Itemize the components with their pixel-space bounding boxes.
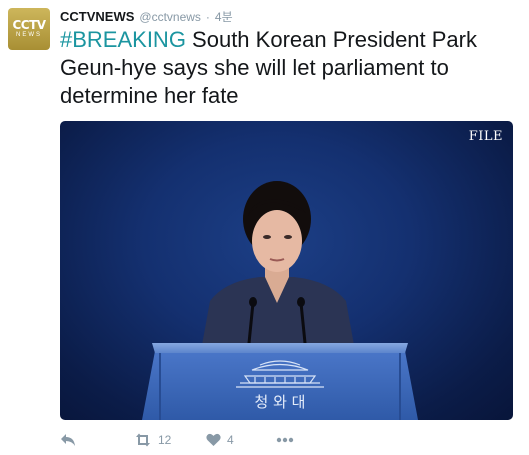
timestamp[interactable]: 4분	[215, 8, 233, 25]
tweet-text: #BREAKING South Korean President Park Ge…	[60, 26, 520, 110]
tweet-actions: 12 4	[60, 430, 360, 450]
heart-icon	[206, 433, 221, 447]
retweet-button[interactable]: 12	[134, 433, 171, 447]
podium-caption: 청 와 대	[255, 393, 306, 411]
avatar-logo-sub: NEWS	[16, 32, 42, 38]
tweet-header: CCTVNEWS @cctvnews · 4분	[60, 8, 233, 26]
file-label: FILE	[468, 129, 503, 144]
like-button[interactable]: 4	[206, 433, 234, 447]
reply-button[interactable]	[60, 433, 76, 447]
display-name[interactable]: CCTVNEWS	[60, 9, 134, 24]
separator: ·	[205, 10, 210, 24]
hashtag-link[interactable]: #BREAKING	[60, 27, 186, 52]
avatar[interactable]: CCTV NEWS	[8, 8, 50, 50]
tweet-photo[interactable]: 청 와 대 FILE	[60, 121, 513, 420]
avatar-logo: CCTV	[12, 18, 46, 32]
like-count: 4	[227, 433, 234, 447]
retweet-count: 12	[158, 433, 172, 447]
tweet: CCTV NEWS CCTVNEWS @cctvnews · 4분 #BREAK…	[0, 0, 529, 455]
press-conference-photo: 청 와 대	[142, 181, 418, 420]
more-button[interactable]	[276, 437, 294, 443]
reply-icon	[60, 433, 76, 447]
more-dots-icon	[276, 437, 294, 443]
retweet-icon	[134, 433, 152, 447]
handle[interactable]: @cctvnews	[139, 10, 201, 24]
